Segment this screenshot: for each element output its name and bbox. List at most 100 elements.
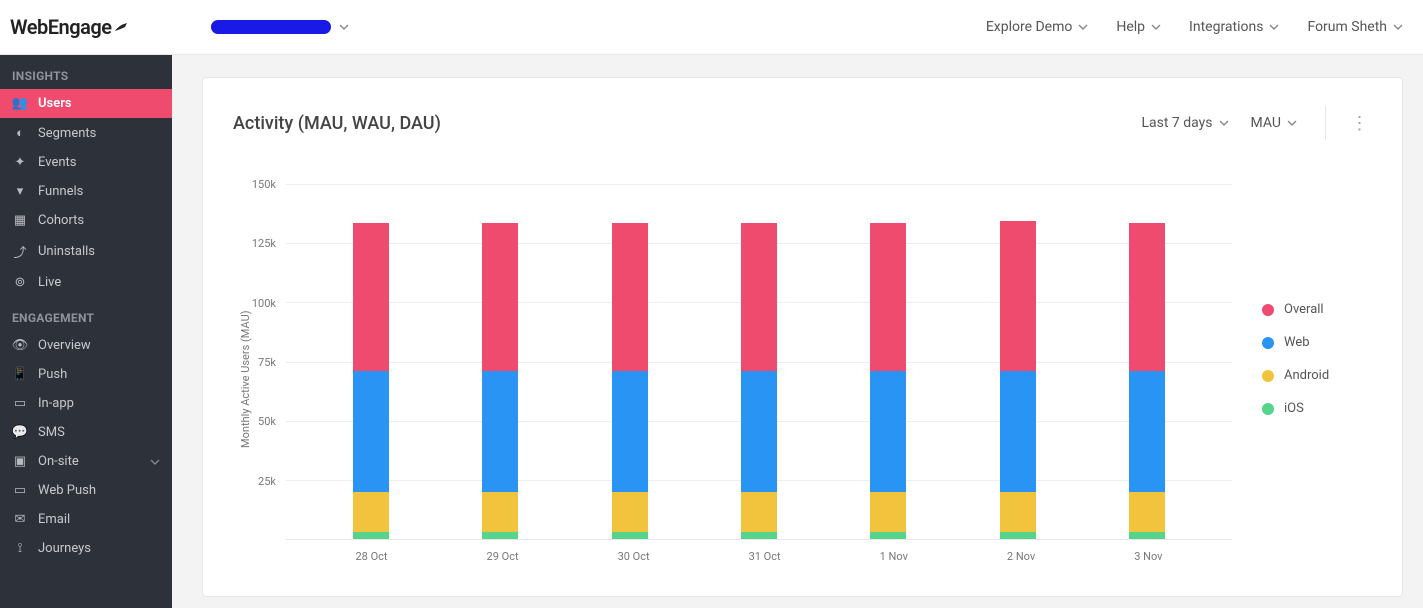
bar-2-Nov[interactable] xyxy=(1000,221,1036,539)
legend: Overall Web Android iOS xyxy=(1232,184,1372,574)
bar-segment-android xyxy=(612,492,648,532)
bar-28-Oct[interactable] xyxy=(353,223,389,539)
account-switcher[interactable] xyxy=(211,20,349,34)
chevron-down-icon xyxy=(339,24,349,30)
uninstalls-icon: ⤴ xyxy=(12,242,28,261)
sidebar-section-title: INSIGHTS xyxy=(0,55,172,89)
sidebar-item-overview[interactable]: 👁 Overview xyxy=(0,331,172,360)
sidebar-item-push[interactable]: 📱 Push xyxy=(0,360,172,389)
bar-segment-overall xyxy=(1000,221,1036,371)
x-tick: 30 Oct xyxy=(618,550,650,563)
account-name-redacted xyxy=(211,20,331,34)
y-tick: 75k xyxy=(258,356,276,369)
nav-explore-demo[interactable]: Explore Demo xyxy=(986,19,1089,35)
chevron-down-icon xyxy=(1151,24,1161,30)
events-icon: ✦ xyxy=(12,155,28,170)
bar-segment-overall xyxy=(741,223,777,370)
activity-card: Activity (MAU, WAU, DAU) Last 7 days MAU… xyxy=(202,77,1403,597)
bar-segment-overall xyxy=(353,223,389,370)
sidebar-item-cohorts[interactable]: ▦Cohorts xyxy=(0,206,172,235)
bar-segment-overall xyxy=(1129,223,1165,370)
sidebar-item-label: Email xyxy=(38,512,70,527)
legend-label: Web xyxy=(1284,335,1310,350)
sidebar-item-label: Live xyxy=(38,275,61,290)
bar-segment-web xyxy=(1129,371,1165,492)
sidebar-item-events[interactable]: ✦ Events xyxy=(0,148,172,177)
bar-segment-android xyxy=(1129,492,1165,532)
onsite-icon: ▣ xyxy=(12,454,28,469)
logo-text: WebEngage xyxy=(10,15,111,39)
y-tick: 25k xyxy=(258,475,276,488)
legend-label: iOS xyxy=(1284,401,1304,416)
y-axis-ticks: 150k125k100k75k50k25k xyxy=(252,184,286,540)
bar-30-Oct[interactable] xyxy=(612,223,648,539)
bar-segment-ios xyxy=(353,532,389,539)
sidebar-item-onsite[interactable]: ▣ On-site xyxy=(0,447,172,476)
sidebar-item-sms[interactable]: 💬SMS xyxy=(0,418,172,447)
email-icon: ✉ xyxy=(12,512,28,527)
sidebar-item-label: Uninstalls xyxy=(38,244,95,259)
legend-swatch xyxy=(1262,370,1274,382)
nav-user-menu[interactable]: Forum Sheth xyxy=(1307,19,1403,35)
sidebar-item-webpush[interactable]: ▭Web Push xyxy=(0,476,172,505)
sidebar-item-uninstalls[interactable]: ⤴ Uninstalls xyxy=(0,235,172,268)
legend-item-web[interactable]: Web xyxy=(1262,335,1372,350)
bar-segment-android xyxy=(353,492,389,532)
chart: Monthly Active Users (MAU) 150k125k100k7… xyxy=(233,184,1372,574)
card-header: Activity (MAU, WAU, DAU) Last 7 days MAU… xyxy=(233,106,1372,140)
bar-segment-web xyxy=(1000,371,1036,492)
x-tick: 3 Nov xyxy=(1134,550,1162,563)
webpush-icon: ▭ xyxy=(12,483,28,498)
bar-segment-overall xyxy=(870,223,906,370)
legend-swatch xyxy=(1262,304,1274,316)
x-tick: 28 Oct xyxy=(356,550,388,563)
sidebar-item-label: On-site xyxy=(38,454,79,469)
sidebar-item-label: Push xyxy=(38,367,67,382)
journeys-icon: ⟟ xyxy=(12,541,28,556)
chevron-down-icon xyxy=(150,454,160,469)
push-icon: 📱 xyxy=(12,367,28,382)
y-tick: 150k xyxy=(252,178,276,191)
bar-29-Oct[interactable] xyxy=(482,223,518,539)
y-tick: 100k xyxy=(252,297,276,310)
cohorts-icon: ▦ xyxy=(12,213,28,228)
chevron-down-icon xyxy=(1078,24,1088,30)
metric-dropdown[interactable]: MAU xyxy=(1251,115,1297,131)
sidebar-item-label: Overview xyxy=(38,338,91,353)
sidebar: INSIGHTS👥Users◐Segments ✦ Events ▾Funnels▦C… xyxy=(0,55,172,608)
sidebar-item-live[interactable]: ⊚Live xyxy=(0,268,172,297)
x-tick: 29 Oct xyxy=(487,550,519,563)
card-menu-button[interactable]: ⋮ xyxy=(1348,113,1372,134)
legend-item-overall[interactable]: Overall xyxy=(1262,302,1372,317)
date-range-dropdown[interactable]: Last 7 days xyxy=(1142,115,1229,131)
bar-segment-android xyxy=(482,492,518,532)
bar-segment-ios xyxy=(1000,532,1036,539)
bar-3-Nov[interactable] xyxy=(1129,223,1165,539)
bar-segment-web xyxy=(482,371,518,492)
legend-item-android[interactable]: Android xyxy=(1262,368,1372,383)
main-content: Activity (MAU, WAU, DAU) Last 7 days MAU… xyxy=(172,55,1423,608)
sidebar-item-funnels[interactable]: ▾Funnels xyxy=(0,177,172,206)
sidebar-item-users[interactable]: 👥Users xyxy=(0,89,172,118)
sidebar-item-journeys[interactable]: ⟟Journeys xyxy=(0,534,172,563)
sidebar-item-label: Events xyxy=(38,155,76,170)
inapp-icon: ▭ xyxy=(12,396,28,411)
sidebar-item-segments[interactable]: ◐Segments xyxy=(0,118,172,148)
bar-1-Nov[interactable] xyxy=(870,223,906,539)
sidebar-item-inapp[interactable]: ▭In-app xyxy=(0,389,172,418)
sidebar-item-email[interactable]: ✉ Email xyxy=(0,505,172,534)
legend-label: Overall xyxy=(1284,302,1324,317)
sidebar-item-label: Funnels xyxy=(38,184,83,199)
bar-segment-web xyxy=(870,371,906,492)
bar-segment-overall xyxy=(482,223,518,370)
bar-31-Oct[interactable] xyxy=(741,223,777,539)
plot-area xyxy=(286,184,1232,540)
bar-segment-overall xyxy=(612,223,648,370)
header-nav: Explore Demo Help Integrations Forum She… xyxy=(986,19,1403,35)
legend-item-ios[interactable]: iOS xyxy=(1262,401,1372,416)
overview-icon: 👁 xyxy=(12,338,28,353)
bar-segment-ios xyxy=(870,532,906,539)
nav-integrations[interactable]: Integrations xyxy=(1189,19,1279,35)
sidebar-item-label: SMS xyxy=(38,425,65,440)
nav-help[interactable]: Help xyxy=(1116,19,1161,35)
